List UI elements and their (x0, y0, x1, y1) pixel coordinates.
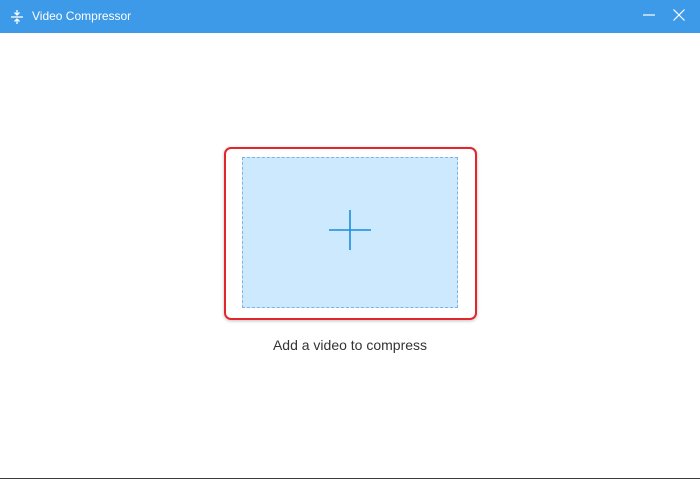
close-icon (673, 8, 685, 26)
close-button[interactable] (662, 0, 696, 33)
title-bar[interactable]: Video Compressor (0, 0, 700, 33)
window-title: Video Compressor (32, 9, 132, 23)
compress-icon (10, 9, 24, 25)
minimize-button[interactable] (632, 0, 666, 33)
plus-icon[interactable] (328, 208, 372, 252)
add-video-hint: Add a video to compress (272, 337, 428, 353)
app-window: Video Compressor Add a video to compress (0, 0, 700, 479)
minimize-icon (643, 8, 655, 26)
